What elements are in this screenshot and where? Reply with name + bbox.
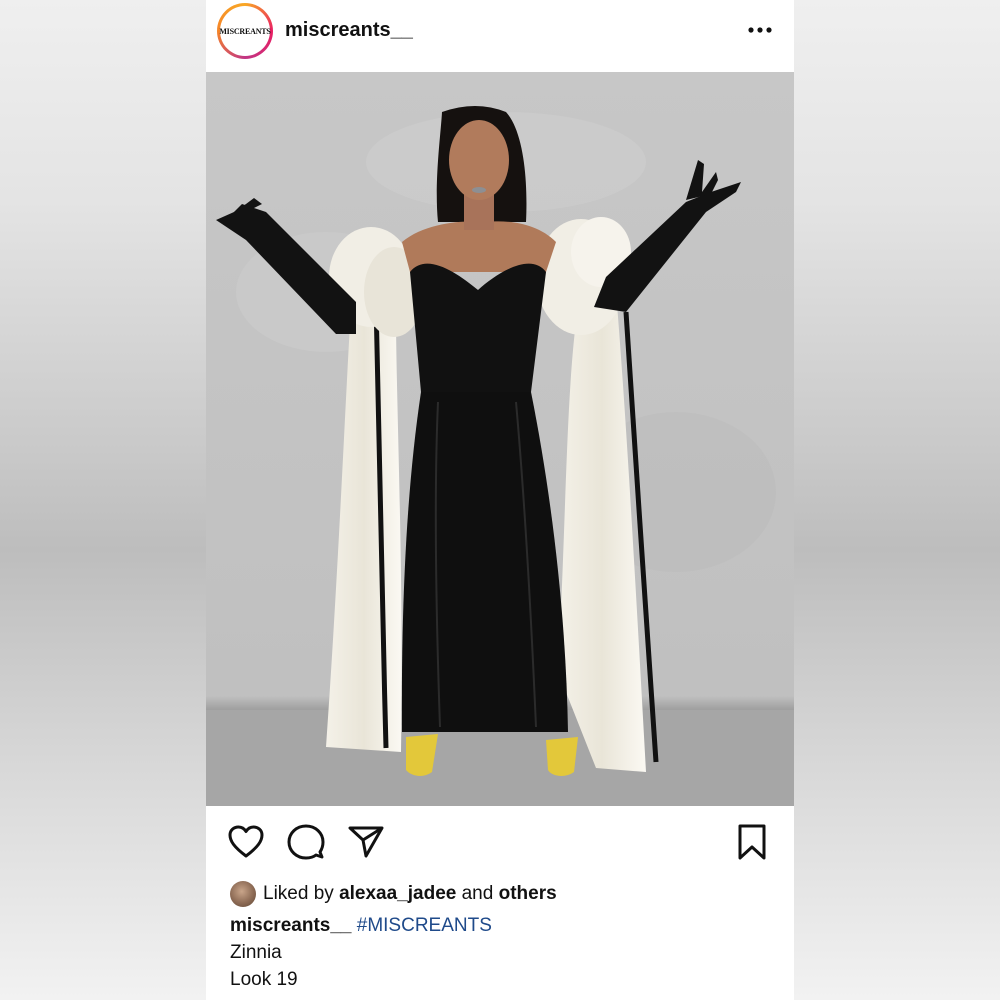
avatar-inner: MISCREANTS: [219, 6, 271, 56]
liker-avatar[interactable]: [230, 881, 256, 907]
post-photo[interactable]: [206, 72, 794, 806]
likes-user[interactable]: alexaa_jadee: [339, 883, 456, 905]
post-username[interactable]: miscreants__: [285, 19, 413, 42]
caption-hashtag[interactable]: #MISCREANTS: [357, 915, 492, 936]
action-bar: [206, 822, 794, 866]
comment-icon[interactable]: [286, 822, 326, 862]
likes-line: Liked by alexaa_jadee and others: [230, 880, 557, 908]
profile-avatar[interactable]: MISCREANTS: [217, 3, 273, 59]
avatar-logo-text: MISCREANTS: [219, 26, 271, 36]
likes-connector: and: [461, 883, 494, 904]
post-header: MISCREANTS miscreants__: [206, 0, 794, 72]
send-icon[interactable]: [346, 822, 386, 862]
post-caption: miscreants__ #MISCREANTS Zinnia Look 19: [230, 912, 492, 993]
likes-prefix: Liked by: [263, 883, 334, 904]
heart-icon[interactable]: [226, 822, 266, 862]
caption-username[interactable]: miscreants__: [230, 915, 351, 936]
caption-line-2: Look 19: [230, 969, 298, 990]
caption-first-line: miscreants__ #MISCREANTS: [230, 912, 492, 939]
instagram-post: MISCREANTS miscreants__ Liked by alexaa_…: [206, 0, 794, 1000]
caption-line-1: Zinnia: [230, 942, 282, 963]
more-options-icon[interactable]: [746, 18, 776, 42]
likes-others[interactable]: others: [499, 883, 557, 905]
bookmark-icon[interactable]: [732, 822, 772, 862]
